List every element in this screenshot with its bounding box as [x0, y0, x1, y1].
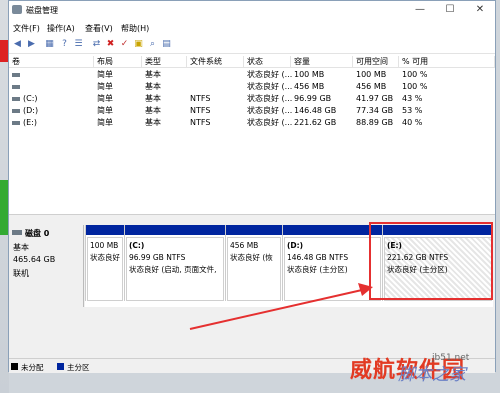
watermark-secondary: 脚本之家 [398, 365, 466, 385]
annotation-arrow [189, 283, 373, 330]
